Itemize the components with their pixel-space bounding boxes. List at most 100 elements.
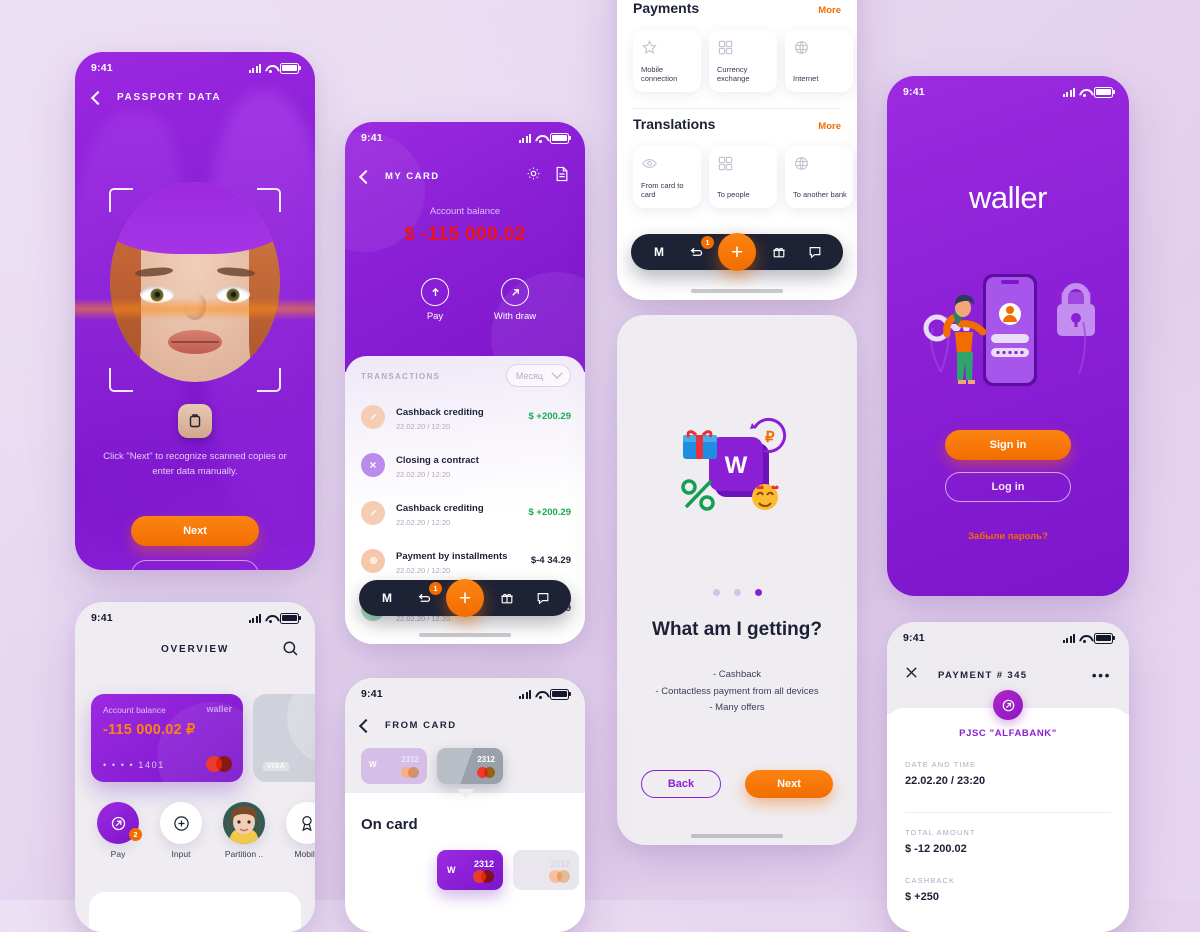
next-button[interactable]: Next	[131, 516, 259, 546]
eye-icon	[641, 158, 658, 176]
translations-section-header: Translations More	[633, 116, 841, 132]
nav-chat[interactable]	[802, 239, 828, 265]
status-time: 9:41	[361, 132, 383, 144]
nav-home[interactable]: M	[646, 239, 672, 265]
battery-icon	[1094, 86, 1115, 98]
tile-mobile-connection[interactable]: Mobile connection	[633, 30, 701, 92]
action-withdraw[interactable]: With draw	[485, 278, 545, 324]
nav-transfers[interactable]: 1	[682, 236, 714, 265]
add-button[interactable]: +	[446, 579, 484, 617]
quick-action-label: Partition ..	[224, 849, 264, 859]
document-icon[interactable]	[555, 166, 569, 187]
card-balance-value: -115 000.02 ₽	[103, 722, 196, 738]
translations-more-link[interactable]: More	[818, 121, 841, 132]
arrow-up-circle-icon	[421, 278, 449, 306]
tile-to-people[interactable]: To people	[709, 146, 777, 208]
phone-signin: 9:41 waller Sign in Log in Забыли пароль…	[887, 76, 1129, 596]
bullet-item: - Many offers	[709, 702, 765, 714]
card-chip-1[interactable]: W 2312	[361, 748, 427, 784]
section-title: Translations	[633, 116, 716, 132]
battery-icon	[280, 62, 301, 74]
back-chevron-icon[interactable]	[90, 90, 106, 105]
card-brand: W	[369, 760, 377, 769]
action-pay[interactable]: Pay	[405, 278, 465, 324]
transaction-amount: $-4 34.29	[530, 555, 571, 566]
battery-icon	[550, 688, 571, 700]
scan-hint-text: Click "Next" to recognize scanned copies…	[103, 451, 287, 477]
table-row[interactable]: Payment by installments 22.02.20 / 12:20…	[361, 546, 571, 575]
status-icons	[248, 612, 301, 624]
bottom-sheet	[89, 892, 301, 932]
nav-home[interactable]: M	[374, 585, 400, 611]
transaction-name: Closing a contract	[396, 455, 479, 466]
quick-action-pay[interactable]: 2 Pay	[89, 802, 147, 862]
payment-detail-nav: PAYMENT # 345 •••	[887, 666, 1129, 684]
period-filter-select[interactable]: Месяц	[505, 364, 571, 387]
close-x-icon[interactable]	[905, 666, 918, 684]
table-row[interactable]: Cashback crediting 22.02.20 / 12:20 $ +2…	[361, 498, 571, 527]
nav-chat[interactable]	[530, 585, 556, 611]
payments-section-header: Payments More	[633, 0, 841, 16]
quick-action-label: Mobile	[294, 849, 315, 859]
scan-corner-tl	[109, 188, 133, 212]
target-card-1-selected[interactable]: W 2312	[437, 850, 503, 890]
transaction-date: 22.02.20 / 12:20	[396, 470, 451, 479]
quick-action-input[interactable]: Input	[152, 802, 210, 862]
dot-1[interactable]	[712, 589, 720, 596]
field-cashback: CASHBACK $ +250	[905, 876, 1111, 903]
transaction-date: 22.02.20 / 12:20	[396, 422, 451, 431]
transaction-name: Cashback crediting	[396, 503, 484, 514]
quick-action-badge: 2	[129, 828, 142, 841]
star-icon	[641, 40, 658, 60]
table-row[interactable]: Closing a contract 22.02.20 / 12:20	[361, 450, 571, 479]
arrow-out-circle-icon: 2	[97, 802, 142, 844]
next-button[interactable]: Next	[745, 770, 833, 798]
quick-action-partition[interactable]: Partition ..	[215, 802, 273, 862]
back-chevron-icon[interactable]	[358, 718, 374, 733]
login-security-illustration	[911, 252, 1105, 392]
enter-manually-button[interactable]: Enter manually	[131, 560, 259, 570]
section-title: On card	[361, 816, 418, 833]
transactions-header: TRANSACTIONS	[361, 372, 441, 381]
bullet-item: - Cashback	[712, 669, 762, 680]
status-time: 9:41	[91, 612, 113, 624]
tile-label: Mobile connection	[641, 64, 678, 84]
forgot-password-link[interactable]: Забыли пароль?	[887, 531, 1129, 542]
gear-icon[interactable]	[526, 166, 541, 187]
add-button[interactable]: +	[718, 233, 756, 271]
scan-line	[75, 298, 315, 320]
home-indicator	[691, 834, 783, 838]
search-icon[interactable]	[282, 640, 299, 662]
avatar-icon	[223, 802, 265, 844]
field-key: DATE AND TIME	[905, 760, 977, 769]
target-card-2[interactable]: 2312	[513, 850, 579, 890]
dot-3[interactable]	[754, 589, 762, 596]
table-row[interactable]: Cashback crediting 22.02.20 / 12:20 $ +2…	[361, 402, 571, 431]
transaction-name: Cashback crediting	[396, 407, 484, 418]
status-bar: 9:41	[75, 602, 315, 628]
card-primary[interactable]: Account balance waller -115 000.02 ₽ • •…	[91, 694, 243, 782]
sign-in-button[interactable]: Sign in	[945, 430, 1071, 460]
log-in-button[interactable]: Log in	[945, 472, 1071, 502]
card-secondary[interactable]: VISA	[253, 694, 315, 782]
dot-2[interactable]	[733, 589, 741, 596]
tile-internet[interactable]: Internet	[785, 30, 853, 92]
tile-from-card-to-card[interactable]: From card to card	[633, 146, 701, 208]
tile-to-another-bank[interactable]: To another bank	[785, 146, 853, 208]
tile-currency-exchange[interactable]: Currency exchange	[709, 30, 777, 92]
document-scan-icon[interactable]	[178, 404, 212, 438]
card-chip-2-selected[interactable]: 2312	[437, 748, 503, 784]
installment-icon	[361, 548, 385, 573]
nav-transfers[interactable]: 1	[410, 582, 442, 611]
nav-gifts[interactable]	[766, 239, 792, 265]
back-button[interactable]: Back	[641, 770, 721, 798]
quick-action-mobile[interactable]: Mobile	[278, 802, 315, 862]
phone-onboarding: W ₽ What am I getting? - Cashback - Cont…	[617, 315, 857, 845]
back-chevron-icon[interactable]	[358, 169, 374, 184]
action-label: With draw	[493, 311, 537, 322]
nav-gifts[interactable]	[494, 585, 520, 611]
payments-more-link[interactable]: More	[818, 5, 841, 16]
transaction-date: 22.02.20 / 12:20	[396, 518, 451, 527]
wifi-icon	[265, 64, 276, 73]
transaction-amount: $ +200.29	[528, 507, 571, 518]
